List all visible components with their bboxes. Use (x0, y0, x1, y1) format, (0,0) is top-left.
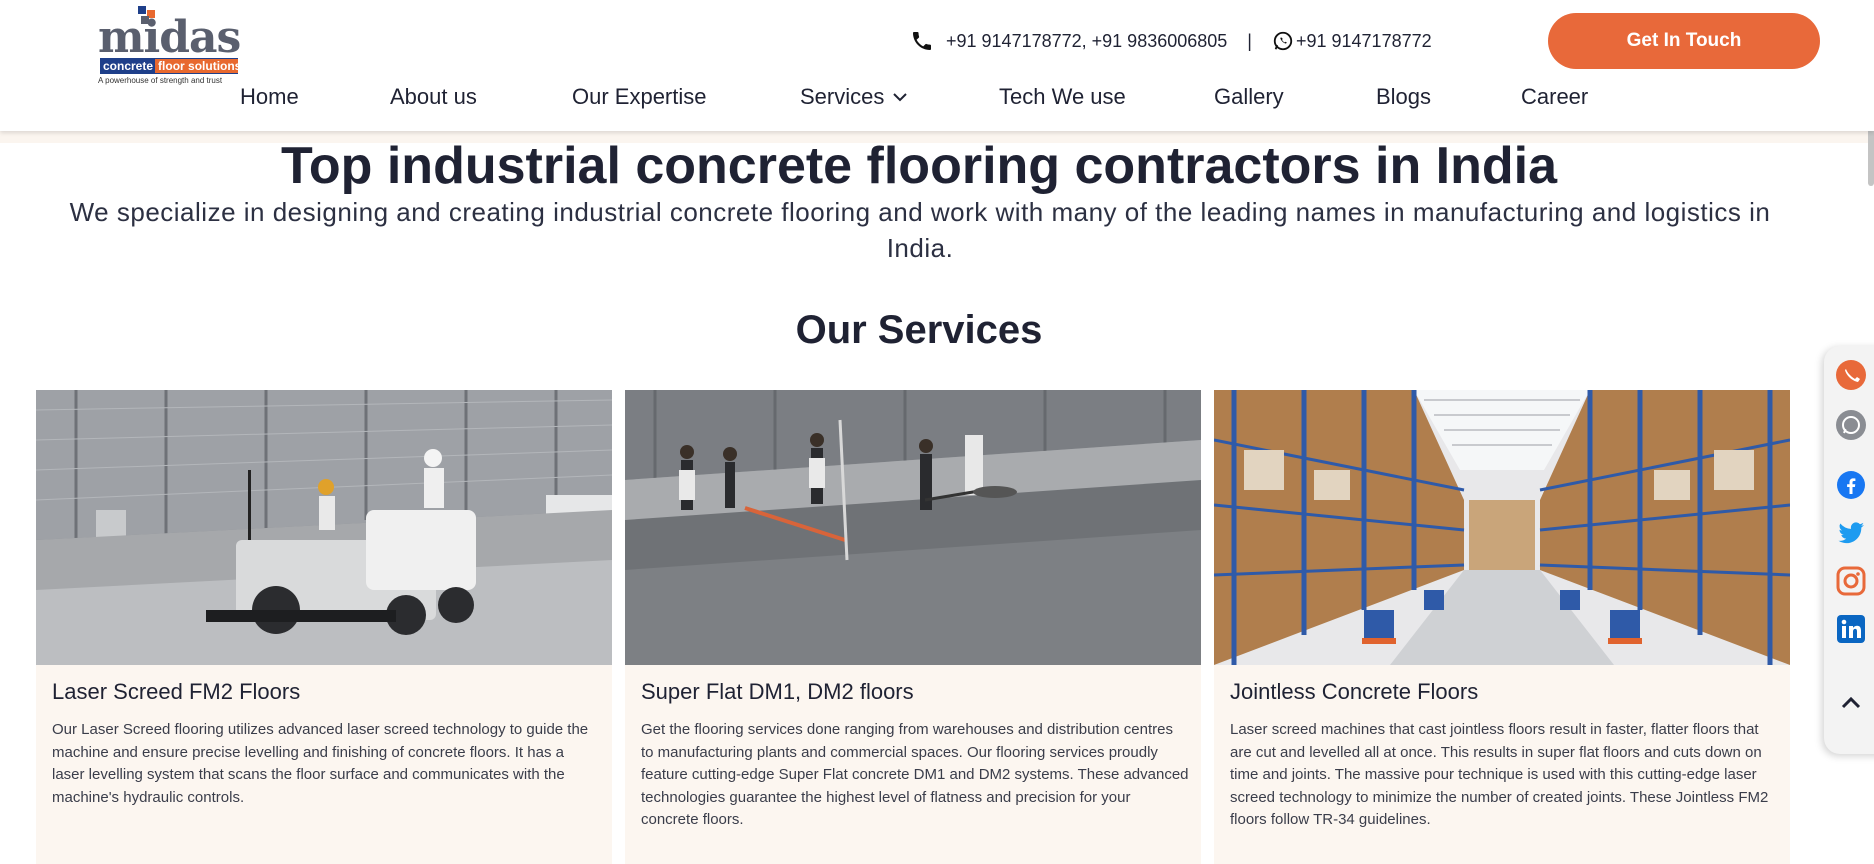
service-card-description: Laser screed machines that cast jointles… (1230, 721, 1769, 829)
whatsapp-icon[interactable] (1836, 410, 1866, 440)
logo-strip-accent: floor solutions (155, 59, 238, 73)
facebook-icon[interactable] (1836, 470, 1866, 500)
nav-item-label: Career (1521, 84, 1589, 109)
nav-item-home[interactable]: Home (240, 84, 299, 110)
service-card-title[interactable]: Jointless Concrete Floors (1230, 679, 1478, 705)
logo-wordmark: midas (98, 12, 241, 63)
midas-logo[interactable]: midas concrete floor solutions A powerhou… (98, 6, 243, 85)
contact-separator: | (1247, 30, 1252, 51)
nav-item-about-us[interactable]: About us (390, 84, 477, 110)
site-header: midas concrete floor solutions A powerhou… (0, 0, 1874, 131)
whatsapp-number[interactable]: +91 9147178772 (1296, 31, 1432, 52)
service-card[interactable]: Laser Screed FM2 Floors Our Laser Screed… (36, 390, 612, 864)
nav-item-our-expertise[interactable]: Our Expertise (572, 84, 707, 110)
chevron-down-icon (893, 93, 908, 102)
nav-item-label: Services (800, 84, 885, 109)
logo-strip: concrete floor solutions (100, 58, 238, 74)
chevron-up-icon[interactable] (1836, 688, 1866, 718)
nav-item-label: Blogs (1376, 84, 1432, 109)
linkedin-icon[interactable] (1836, 614, 1866, 644)
warehouse-racking-photo (1214, 390, 1790, 665)
service-card[interactable]: Jointless Concrete Floors Laser screed m… (1214, 390, 1790, 864)
whatsapp-icon[interactable] (1272, 30, 1294, 52)
services-heading: Our Services (795, 308, 1043, 352)
nav-item-tech-we-use[interactable]: Tech We use (999, 84, 1126, 110)
nav-item-label: Tech We use (999, 84, 1126, 109)
nav-item-blogs[interactable]: Blogs (1376, 84, 1431, 110)
phone-icon[interactable] (910, 29, 934, 53)
service-card-description: Get the flooring services done ranging f… (641, 721, 1189, 829)
nav-item-gallery[interactable]: Gallery (1214, 84, 1284, 110)
laser-screed-machine-photo (36, 390, 612, 665)
service-card-title[interactable]: Laser Screed FM2 Floors (52, 679, 300, 705)
nav-item-services[interactable]: Services (800, 84, 908, 110)
contact-bar: +91 9147178772, +91 9836006805 | +91 914… (910, 26, 1432, 56)
nav-item-label: About us (390, 84, 477, 109)
service-card-title[interactable]: Super Flat DM1, DM2 floors (641, 679, 914, 705)
main-nav: Home About us Our Expertise Services Tec… (0, 80, 1874, 120)
page-title: Top industrial concrete flooring contrac… (280, 137, 1558, 195)
service-card-description: Our Laser Screed flooring utilizes advan… (52, 721, 589, 806)
workers-leveling-floor-photo (625, 390, 1201, 665)
nav-item-label: Our Expertise (572, 84, 707, 109)
twitter-icon[interactable] (1836, 518, 1866, 548)
phone-icon[interactable] (1836, 360, 1866, 390)
page-subtitle: We specialize in designing and creating … (69, 197, 1771, 263)
service-card[interactable]: Super Flat DM1, DM2 floors Get the floor… (625, 390, 1201, 864)
nav-item-label: Home (240, 84, 299, 109)
nav-item-career[interactable]: Career (1521, 84, 1588, 110)
instagram-icon[interactable] (1836, 566, 1866, 596)
logo-strip-primary: concrete (103, 59, 154, 73)
nav-item-label: Gallery (1214, 84, 1284, 109)
get-in-touch-button[interactable]: Get In Touch (1548, 13, 1820, 69)
floating-social-bar (1824, 346, 1874, 754)
phone-numbers[interactable]: +91 9147178772, +91 9836006805 (946, 31, 1227, 52)
